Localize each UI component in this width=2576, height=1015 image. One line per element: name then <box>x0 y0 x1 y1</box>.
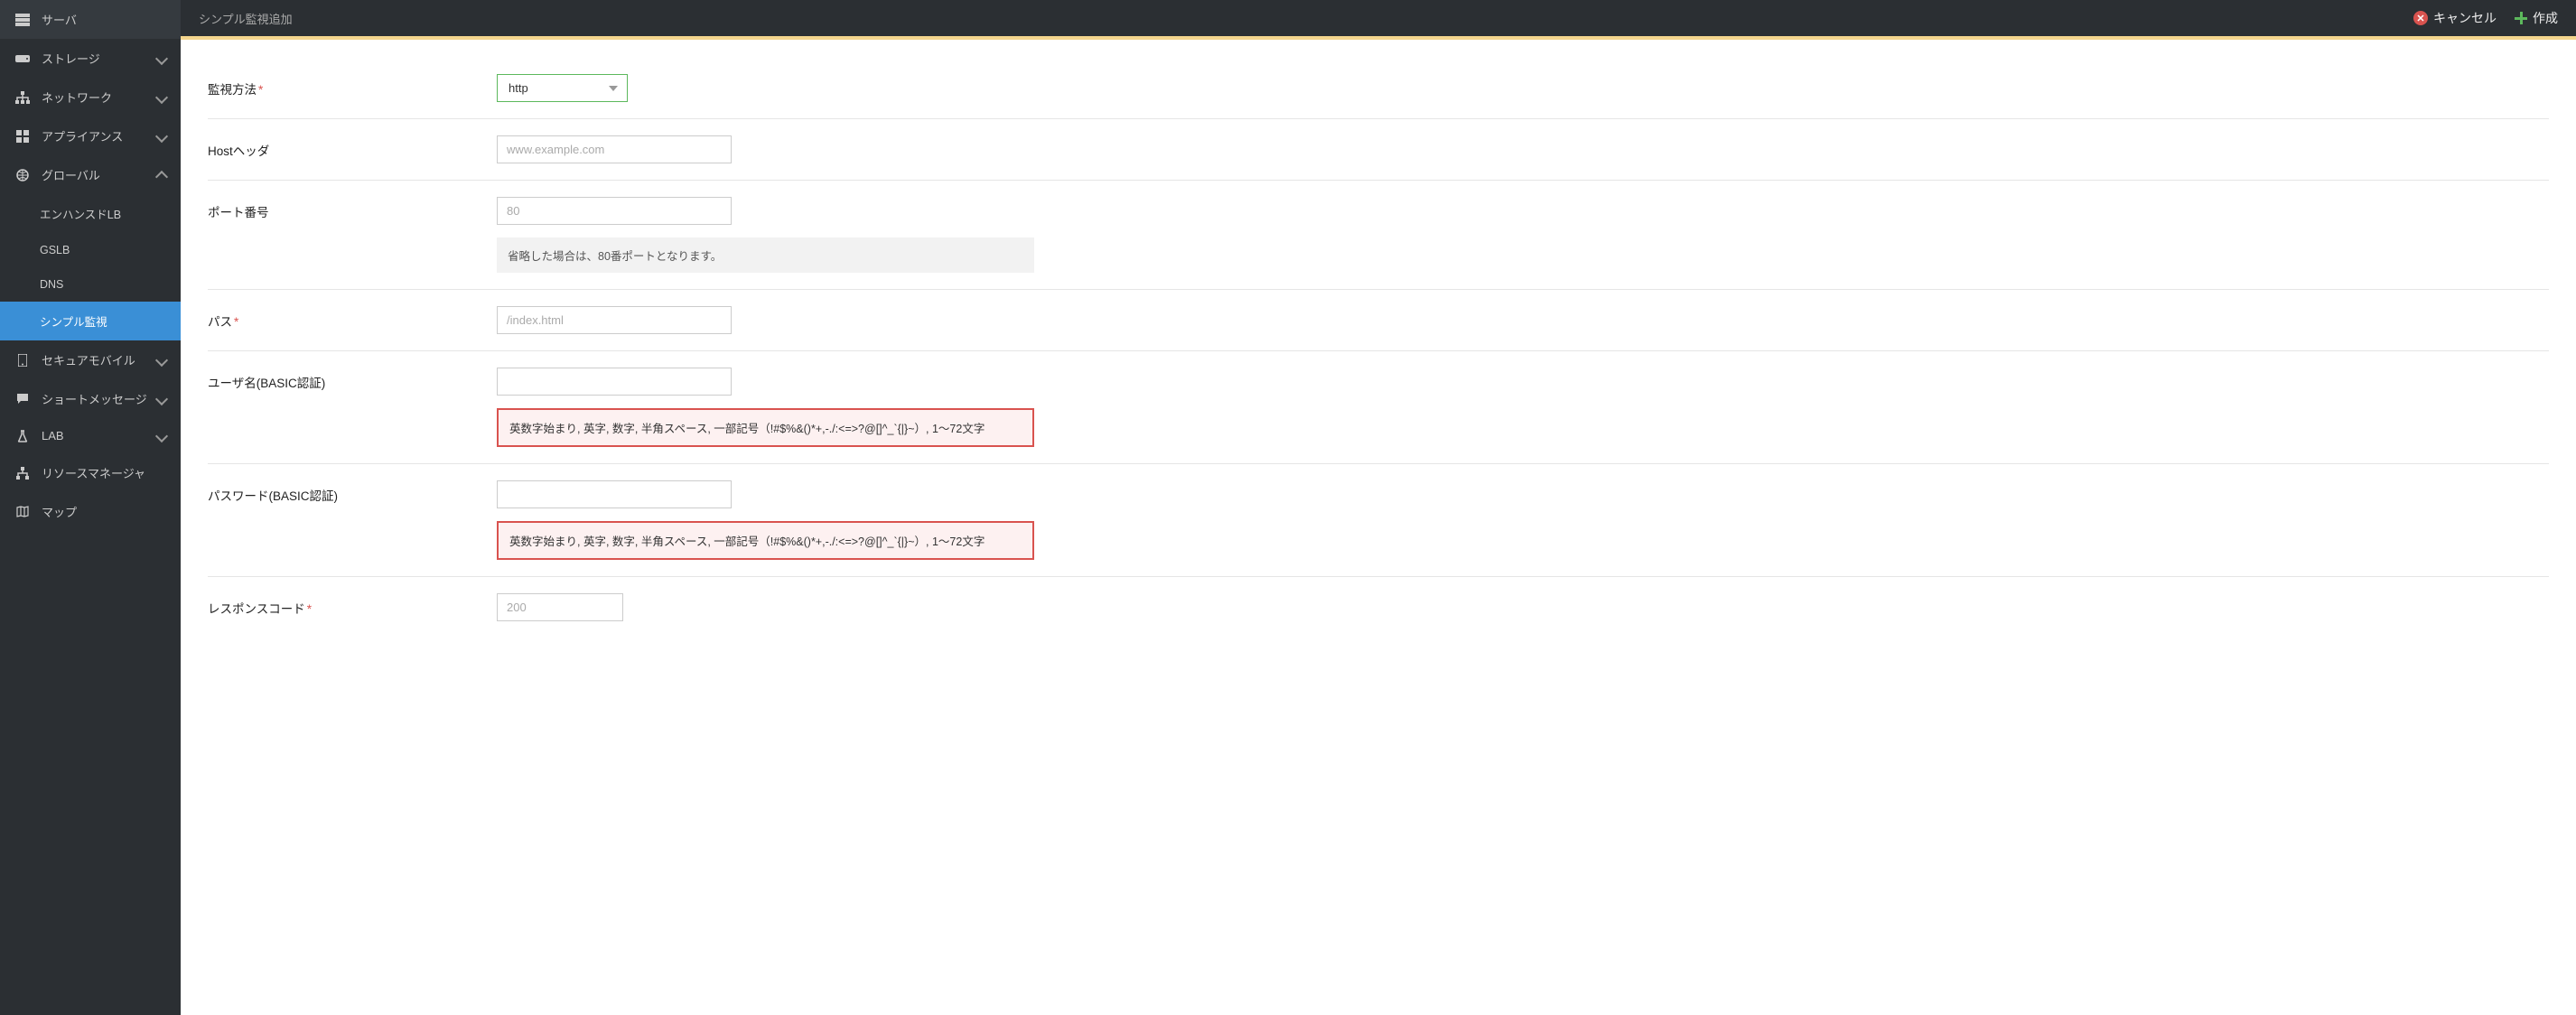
sidebar: サーバ ストレージ ネットワーク アプライアンス <box>0 0 181 1015</box>
sidebar-label: グローバル <box>42 166 157 183</box>
sidebar-label: GSLB <box>40 244 166 256</box>
form-row-basic-user: ユーザ名(BASIC認証) 英数字始まり, 英字, 数字, 半角スペース, 一部… <box>208 351 2549 464</box>
port-hint: 省略した場合は、80番ポートとなります。 <box>497 237 1034 273</box>
form-row-host-header: Hostヘッダ <box>208 119 2549 181</box>
chevron-up-icon <box>155 170 168 182</box>
header-bar: シンプル監視追加 ✕ キャンセル 作成 <box>181 0 2576 36</box>
required-mark: * <box>258 83 263 97</box>
form-row-path: パス* <box>208 290 2549 351</box>
form-content: 監視方法* http Hostヘッダ ポート番号 <box>181 40 2576 1015</box>
network-icon <box>14 91 31 104</box>
sidebar-item-map[interactable]: マップ <box>0 492 181 531</box>
create-button[interactable]: 作成 <box>2515 9 2558 27</box>
label-port: ポート番号 <box>208 197 497 220</box>
basic-pass-input[interactable] <box>497 480 732 508</box>
sidebar-item-global[interactable]: グローバル <box>0 155 181 194</box>
create-label: 作成 <box>2533 9 2558 27</box>
sidebar-label: ショートメッセージ <box>42 390 157 407</box>
sidebar-item-simple-monitor[interactable]: シンプル監視 <box>0 302 181 340</box>
cancel-label: キャンセル <box>2433 9 2497 27</box>
sidebar-label: セキュアモバイル <box>42 351 157 368</box>
chevron-down-icon <box>155 429 168 442</box>
sidebar-label: DNS <box>40 278 166 291</box>
sidebar-label: ストレージ <box>42 50 157 67</box>
sidebar-label: LAB <box>42 429 157 442</box>
chevron-down-icon <box>155 90 168 103</box>
label-host-header: Hostヘッダ <box>208 135 497 159</box>
page-title: シンプル監視追加 <box>199 10 2395 27</box>
label-monitoring-method: 監視方法* <box>208 74 497 98</box>
sidebar-item-server[interactable]: サーバ <box>0 0 181 39</box>
mobile-icon <box>14 354 31 367</box>
sidebar-label: シンプル監視 <box>40 312 166 330</box>
basic-pass-hint: 英数字始まり, 英字, 数字, 半角スペース, 一部記号（!#$%&()*+,-… <box>497 521 1034 560</box>
sidebar-item-storage[interactable]: ストレージ <box>0 39 181 78</box>
sidebar-label: ネットワーク <box>42 88 157 106</box>
sidebar-item-gslb[interactable]: GSLB <box>0 233 181 267</box>
form-row-port: ポート番号 省略した場合は、80番ポートとなります。 <box>208 181 2549 290</box>
sidebar-item-lab[interactable]: LAB <box>0 418 181 453</box>
map-icon <box>14 506 31 517</box>
sidebar-item-resource-manager[interactable]: リソースマネージャ <box>0 453 181 492</box>
plus-icon <box>2515 12 2527 24</box>
sidebar-item-secure-mobile[interactable]: セキュアモバイル <box>0 340 181 379</box>
message-icon <box>14 393 31 405</box>
label-basic-user: ユーザ名(BASIC認証) <box>208 368 497 391</box>
cancel-icon: ✕ <box>2413 11 2428 25</box>
label-basic-pass: パスワード(BASIC認証) <box>208 480 497 504</box>
port-input[interactable] <box>497 197 732 225</box>
chevron-down-icon <box>155 392 168 405</box>
sidebar-item-network[interactable]: ネットワーク <box>0 78 181 116</box>
path-input[interactable] <box>497 306 732 334</box>
sidebar-item-appliance[interactable]: アプライアンス <box>0 116 181 155</box>
sidebar-label: サーバ <box>42 11 166 28</box>
server-icon <box>14 14 31 26</box>
response-code-input[interactable] <box>497 593 623 621</box>
storage-icon <box>14 53 31 64</box>
sidebar-label: リソースマネージャ <box>42 464 166 481</box>
monitoring-method-select[interactable]: http <box>497 74 628 102</box>
form-row-basic-pass: パスワード(BASIC認証) 英数字始まり, 英字, 数字, 半角スペース, 一… <box>208 464 2549 577</box>
cancel-button[interactable]: ✕ キャンセル <box>2413 9 2497 27</box>
chevron-down-icon <box>155 353 168 366</box>
sitemap-icon <box>14 467 31 480</box>
sidebar-label: マップ <box>42 503 166 520</box>
form-row-response-code: レスポンスコード* <box>208 577 2549 638</box>
basic-user-input[interactable] <box>497 368 732 396</box>
flask-icon <box>14 430 31 442</box>
basic-user-hint: 英数字始まり, 英字, 数字, 半角スペース, 一部記号（!#$%&()*+,-… <box>497 408 1034 447</box>
host-header-input[interactable] <box>497 135 732 163</box>
label-response-code: レスポンスコード* <box>208 593 497 617</box>
sidebar-label: アプライアンス <box>42 127 157 144</box>
sidebar-item-short-message[interactable]: ショートメッセージ <box>0 379 181 418</box>
required-mark: * <box>307 602 312 616</box>
sidebar-item-dns[interactable]: DNS <box>0 267 181 302</box>
globe-icon <box>14 169 31 182</box>
sidebar-label: エンハンスドLB <box>40 205 166 222</box>
chevron-down-icon <box>155 129 168 142</box>
appliance-icon <box>14 130 31 143</box>
form-row-monitoring-method: 監視方法* http <box>208 58 2549 119</box>
chevron-down-icon <box>155 51 168 64</box>
label-path: パス* <box>208 306 497 330</box>
required-mark: * <box>234 315 238 329</box>
sidebar-item-enhanced-lb[interactable]: エンハンスドLB <box>0 194 181 233</box>
